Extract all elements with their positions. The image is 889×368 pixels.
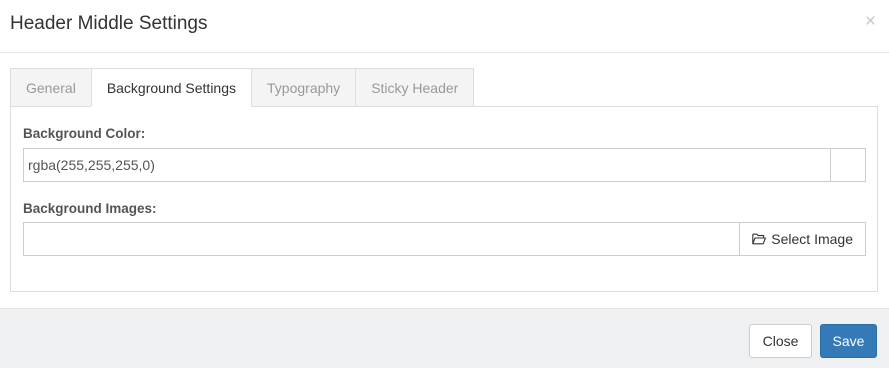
background-settings-panel: Background Color: Background Images: Sel… — [10, 106, 878, 292]
modal-title: Header Middle Settings — [10, 13, 208, 34]
background-color-group — [23, 148, 866, 182]
background-color-label: Background Color: — [23, 126, 146, 141]
tab-typography[interactable]: Typography — [251, 68, 357, 107]
tab-background-settings[interactable]: Background Settings — [90, 68, 253, 107]
close-button[interactable]: Close — [749, 324, 812, 358]
select-image-button[interactable]: Select Image — [739, 223, 865, 255]
background-color-input[interactable] — [24, 149, 830, 181]
background-images-group: Select Image — [23, 222, 866, 256]
save-button[interactable]: Save — [820, 324, 877, 358]
modal-header: Header Middle Settings × — [0, 0, 889, 53]
background-images-label: Background Images: — [23, 201, 157, 216]
tab-bar: General Background Settings Typography S… — [10, 68, 475, 107]
folder-open-icon — [752, 233, 767, 245]
select-image-label: Select Image — [771, 231, 853, 247]
settings-modal: Header Middle Settings × General Backgro… — [0, 0, 889, 368]
tab-sticky-header[interactable]: Sticky Header — [355, 68, 475, 107]
color-swatch[interactable] — [830, 149, 865, 181]
close-icon[interactable]: × — [865, 12, 876, 31]
tab-general[interactable]: General — [10, 68, 92, 107]
modal-footer: Close Save — [0, 308, 889, 368]
background-images-input[interactable] — [24, 223, 740, 255]
